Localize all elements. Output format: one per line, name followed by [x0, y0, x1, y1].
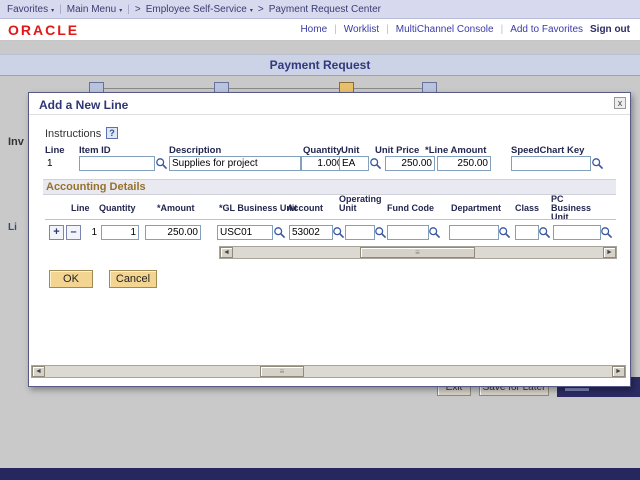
grid-fund-code-header: Fund Code — [387, 203, 434, 213]
scroll-right-icon[interactable]: ► — [612, 366, 625, 377]
breadcrumb-main-menu[interactable]: Main Menu ▾ — [67, 4, 122, 15]
scroll-right-icon[interactable]: ► — [603, 247, 616, 258]
dialog-horizontal-scrollbar[interactable]: ◄ ≡ ► — [31, 365, 626, 378]
description-header: Description — [169, 145, 222, 156]
cancel-button[interactable]: Cancel — [109, 270, 157, 288]
separator: | — [334, 24, 337, 35]
separator: | — [500, 24, 504, 35]
dialog-title: Add a New Line — [39, 98, 129, 112]
multichannel-console-link[interactable]: MultiChannel Console — [396, 24, 494, 35]
gl-unit-lookup-icon[interactable] — [273, 226, 286, 239]
grid-class-header: Class — [515, 203, 540, 213]
grid-gl-unit-header: *GL Business Unit — [219, 203, 298, 213]
breadcrumb-arrow-icon: > — [257, 3, 264, 15]
wizard-connector-line — [95, 88, 429, 89]
sign-out-link[interactable]: Sign out — [590, 24, 630, 35]
separator: | — [59, 3, 62, 15]
unit-lookup-icon[interactable] — [369, 157, 382, 170]
scroll-left-icon[interactable]: ◄ — [220, 247, 233, 258]
close-icon[interactable]: x — [614, 97, 626, 109]
department-lookup-icon[interactable] — [498, 226, 511, 239]
header-bar: ORACLE Home | Worklist | MultiChannel Co… — [0, 19, 640, 41]
pc-business-unit-lookup-icon[interactable] — [600, 226, 613, 239]
breadcrumb-payment-request-center[interactable]: Payment Request Center — [269, 4, 381, 15]
grid-department-header: Department — [451, 203, 502, 213]
help-icon[interactable]: ? — [106, 127, 118, 139]
home-link[interactable]: Home — [300, 24, 327, 35]
quantity-header: Quantity — [303, 145, 342, 156]
background-section-label-fragment: Inv — [8, 136, 24, 148]
description-field[interactable] — [169, 156, 301, 171]
add-row-button[interactable]: + — [49, 225, 64, 240]
breadcrumb-label: Payment Request Center — [268, 3, 381, 15]
page-footer-bar — [0, 468, 640, 480]
scrollbar-thumb[interactable]: ≡ — [360, 247, 475, 258]
grid-quantity-header: Quantity — [99, 203, 136, 213]
breadcrumb-employee-self-service[interactable]: Employee Self-Service ▾ — [146, 4, 253, 15]
grid-line-header: Line — [71, 203, 90, 213]
scroll-left-icon[interactable]: ◄ — [32, 366, 45, 377]
unit-price-field[interactable] — [385, 156, 435, 171]
nav-button-glyph — [565, 388, 589, 391]
scrollbar-thumb[interactable]: ≡ — [260, 366, 304, 377]
line-header: Line — [45, 145, 65, 156]
operating-unit-lookup-icon[interactable] — [374, 226, 387, 239]
item-id-field[interactable] — [79, 156, 155, 171]
unit-field[interactable] — [339, 156, 369, 171]
accounting-details-title: Accounting Details — [46, 181, 146, 193]
breadcrumb-arrow-icon: > — [134, 3, 141, 15]
grid-line-number: 1 — [91, 227, 97, 238]
speedchart-key-header: SpeedChart Key — [511, 145, 585, 156]
grid-amount-field[interactable] — [145, 225, 201, 240]
item-id-header: Item ID — [79, 145, 111, 156]
speedchart-key-field[interactable] — [511, 156, 591, 171]
chevron-down-icon: ▾ — [249, 7, 253, 14]
oracle-logo: ORACLE — [8, 22, 80, 38]
ok-button[interactable]: OK — [49, 270, 93, 288]
fund-code-lookup-icon[interactable] — [428, 226, 441, 239]
add-new-line-dialog: Add a New Line x Instructions ? Line Ite… — [28, 92, 631, 387]
item-id-lookup-icon[interactable] — [155, 157, 168, 170]
breadcrumb-label: Favorites — [7, 3, 49, 15]
dialog-header: Add a New Line x — [29, 93, 630, 115]
instructions-link[interactable]: Instructions — [45, 128, 101, 140]
add-to-favorites-link[interactable]: Add to Favorites — [510, 24, 583, 35]
grid-class-field[interactable] — [515, 225, 539, 240]
breadcrumb-favorites[interactable]: Favorites ▾ — [7, 4, 54, 15]
background-line-label-fragment: Li — [8, 222, 17, 233]
separator: | — [386, 24, 389, 35]
line-amount-field[interactable] — [437, 156, 491, 171]
grid-quantity-field[interactable] — [101, 225, 139, 240]
chevron-down-icon: ▾ — [119, 7, 123, 14]
delete-row-button[interactable]: – — [66, 225, 81, 240]
separator: | — [127, 3, 130, 15]
grid-pc-business-unit-field[interactable] — [553, 225, 601, 240]
unit-price-header: Unit Price — [375, 145, 420, 156]
speedchart-lookup-icon[interactable] — [591, 157, 604, 170]
grid-department-field[interactable] — [449, 225, 499, 240]
grid-horizontal-scrollbar[interactable]: ◄ ≡ ► — [219, 246, 617, 259]
class-lookup-icon[interactable] — [538, 226, 551, 239]
account-lookup-icon[interactable] — [332, 226, 345, 239]
page-title: Payment Request — [0, 54, 640, 76]
grid-header-rule — [45, 219, 616, 220]
grid-operating-unit-header: Operating Unit — [339, 194, 382, 213]
chevron-down-icon: ▾ — [51, 7, 55, 14]
unit-header: Unit — [341, 145, 360, 156]
line-number: 1 — [47, 158, 53, 169]
grid-operating-unit-field[interactable] — [345, 225, 375, 240]
worklist-link[interactable]: Worklist — [344, 24, 379, 35]
grid-pc-business-unit-header: PC Business Unit — [551, 194, 592, 222]
grid-gl-unit-field[interactable] — [217, 225, 273, 240]
breadcrumb-label: Employee Self-Service — [145, 3, 247, 15]
grid-account-header: Account — [287, 203, 323, 213]
breadcrumb-label: Main Menu — [66, 3, 117, 15]
grid-account-field[interactable] — [289, 225, 333, 240]
grid-amount-header: *Amount — [157, 203, 195, 213]
line-amount-header: *Line Amount — [425, 145, 487, 156]
grid-fund-code-field[interactable] — [387, 225, 429, 240]
breadcrumb: Favorites ▾ | Main Menu ▾ | > Employee S… — [0, 0, 640, 19]
header-links: Home | Worklist | MultiChannel Console |… — [300, 24, 630, 35]
